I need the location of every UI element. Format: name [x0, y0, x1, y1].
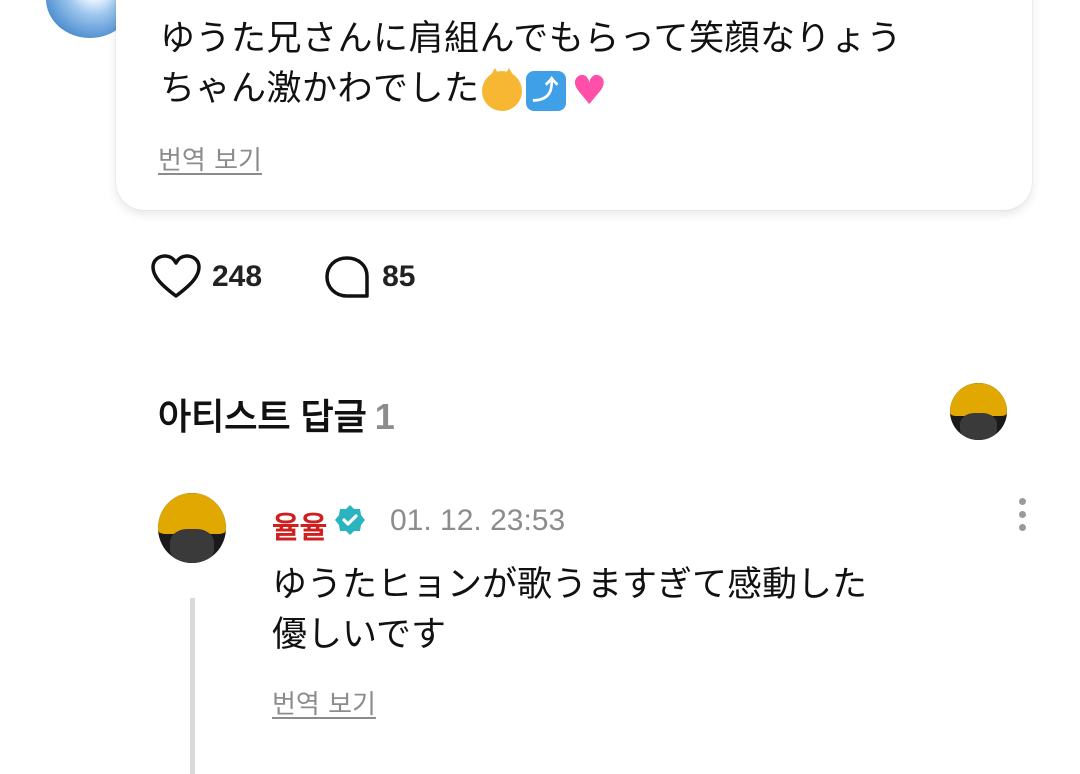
like-stat[interactable]: 248: [150, 254, 262, 300]
sparkling-heart-emoji: ♥: [571, 68, 608, 114]
reply-author-avatar[interactable]: [158, 493, 226, 563]
artist-replies-label: 아티스트 답글: [158, 396, 367, 437]
post-stats: 248 85: [150, 252, 475, 302]
artist-replies-title: 아티스트 답글 1: [158, 388, 395, 440]
verified-badge-icon: [335, 505, 365, 535]
artist-replies-count: 1: [374, 396, 395, 437]
post-text-line-2-text: ちゃん激かわでした: [160, 69, 480, 109]
reply-text: ゆうたヒョンが歌うますぎて感動した 優しいです: [272, 560, 972, 660]
comment-count: 85: [382, 260, 416, 293]
reply-author-name[interactable]: 율율: [272, 503, 327, 547]
like-count: 248: [212, 260, 263, 293]
heart-icon[interactable]: [150, 254, 202, 300]
translate-link[interactable]: 번역 보기: [158, 140, 262, 177]
hat-shape: [158, 493, 226, 534]
more-options-icon[interactable]: [1010, 498, 1034, 538]
comment-stat[interactable]: 85: [322, 254, 415, 300]
reply-timestamp: 01. 12. 23:53: [390, 504, 566, 537]
arrow-up-emoji: ⤴: [525, 71, 566, 111]
reply-translate-link[interactable]: 번역 보기: [272, 684, 376, 721]
emoji-row: ⤴ ♥: [481, 65, 614, 115]
thread-line: [190, 598, 195, 774]
reply-text-line-1: ゆうたヒョンが歌うますぎて感動した: [272, 565, 868, 605]
reply-text-line-2: 優しいです: [272, 615, 446, 655]
cat-kissing-emoji: [481, 68, 522, 111]
hat-shape: [950, 383, 1007, 417]
face-shape: [170, 529, 214, 563]
comment-icon[interactable]: [322, 254, 372, 300]
artist-avatar-small[interactable]: [950, 383, 1007, 440]
post-text-line-2: ちゃん激かわでした ⤴ ♥: [160, 64, 980, 115]
face-shape: [960, 412, 997, 440]
post-text-line-1: ゆうた兄さんに肩組んでもらって笑顔なりょう: [160, 19, 903, 59]
post-text: ゆうた兄さんに肩組んでもらって笑顔なりょう ちゃん激かわでした ⤴ ♥: [160, 14, 980, 115]
